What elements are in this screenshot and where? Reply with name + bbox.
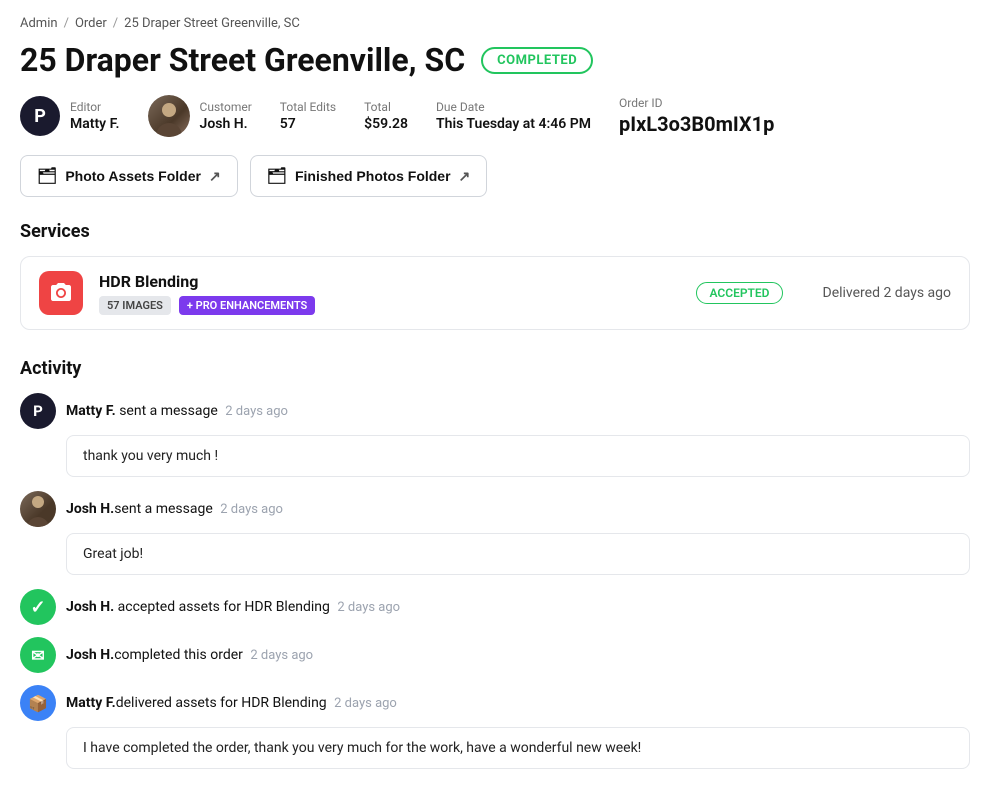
accepted-badge: ACCEPTED: [696, 282, 782, 304]
total-label: Total: [364, 100, 408, 114]
service-card: HDR Blending 57 IMAGES + PRO ENHANCEMENT…: [20, 256, 970, 330]
activity-avatar-check: ✓: [20, 589, 56, 625]
editor-name: Matty F.: [70, 116, 120, 132]
activity-header-2: Josh H.sent a message 2 days ago: [20, 491, 970, 527]
activity-text-4: Josh H.completed this order 2 days ago: [66, 647, 313, 663]
photo-assets-folder-button[interactable]: 🗂 Photo Assets Folder ↗: [20, 155, 238, 197]
customer-info: Customer Josh H.: [200, 100, 252, 132]
camera-icon: [49, 281, 73, 305]
activity-sender-3: Josh H.: [66, 599, 114, 615]
total-edits-value: 57: [280, 116, 336, 132]
breadcrumb-admin[interactable]: Admin: [20, 16, 58, 31]
external-link-icon-2: ↗: [459, 168, 471, 185]
photo-assets-label: Photo Assets Folder: [65, 168, 201, 184]
status-badge: COMPLETED: [481, 47, 593, 74]
order-id-label: Order ID: [619, 96, 774, 110]
activity-item-4: ✉ Josh H.completed this order 2 days ago: [20, 637, 970, 673]
activity-sender-2: Josh H.: [66, 501, 114, 517]
services-title: Services: [20, 221, 970, 242]
customer-name: Josh H.: [200, 116, 252, 132]
service-tags: 57 IMAGES + PRO ENHANCEMENTS: [99, 296, 680, 315]
message-bubble-2: Great job!: [66, 533, 970, 575]
activity-item-2: Josh H.sent a message 2 days ago Great j…: [20, 491, 970, 575]
activity-action-1: sent a message: [116, 403, 218, 419]
activity-sender-4: Josh H.: [66, 647, 114, 663]
activity-avatar-matty: P: [20, 393, 56, 429]
message-bubble-1: thank you very much !: [66, 435, 970, 477]
activity-time-3: 2 days ago: [337, 600, 400, 615]
activity-time-4: 2 days ago: [250, 648, 313, 663]
editor-info: Editor Matty F.: [70, 100, 120, 132]
folder-buttons: 🗂 Photo Assets Folder ↗ 🗂 Finished Photo…: [20, 155, 970, 197]
service-icon-box: [39, 271, 83, 315]
finished-photos-label: Finished Photos Folder: [295, 168, 451, 184]
external-link-icon: ↗: [209, 168, 221, 185]
finished-photos-folder-button[interactable]: 🗂 Finished Photos Folder ↗: [250, 155, 488, 197]
order-id-block: Order ID pIxL3o3B0mIX1p: [619, 96, 774, 136]
tag-pro: + PRO ENHANCEMENTS: [179, 296, 315, 315]
total-block: Total $59.28: [364, 100, 408, 132]
message-bubble-5: I have completed the order, thank you ve…: [66, 727, 970, 769]
activity-avatar-complete: ✉: [20, 637, 56, 673]
customer-label: Customer: [200, 100, 252, 114]
order-id-value: pIxL3o3B0mIX1p: [619, 112, 774, 136]
total-edits-label: Total Edits: [280, 100, 336, 114]
page-header: 25 Draper Street Greenville, SC COMPLETE…: [20, 41, 970, 79]
activity-sender-5: Matty F.: [66, 695, 116, 711]
service-info: HDR Blending 57 IMAGES + PRO ENHANCEMENT…: [99, 272, 680, 315]
activity-sender-1: Matty F.: [66, 403, 116, 419]
editor-label: Editor: [70, 100, 120, 114]
due-date-block: Due Date This Tuesday at 4:46 PM: [436, 100, 591, 132]
due-date-value: This Tuesday at 4:46 PM: [436, 116, 591, 132]
activity-text-1: Matty F. sent a message 2 days ago: [66, 403, 288, 419]
activity-text-3: Josh H. accepted assets for HDR Blending…: [66, 599, 400, 615]
breadcrumb: Admin / Order / 25 Draper Street Greenvi…: [20, 16, 970, 31]
activity-header-5: 📦 Matty F.delivered assets for HDR Blend…: [20, 685, 970, 721]
customer-block: Customer Josh H.: [148, 95, 252, 137]
activity-action-5: delivered assets for HDR Blending: [116, 695, 327, 711]
folder-icon: 🗂: [37, 166, 57, 186]
activity-time-1: 2 days ago: [225, 404, 288, 419]
breadcrumb-current: 25 Draper Street Greenville, SC: [124, 16, 300, 31]
activity-item-5: 📦 Matty F.delivered assets for HDR Blend…: [20, 685, 970, 769]
activity-header-1: P Matty F. sent a message 2 days ago: [20, 393, 970, 429]
total-edits-block: Total Edits 57: [280, 100, 336, 132]
customer-avatar: [148, 95, 190, 137]
service-name: HDR Blending: [99, 272, 680, 291]
delivered-text: Delivered 2 days ago: [823, 285, 951, 301]
editor-block: P Editor Matty F.: [20, 96, 120, 136]
due-date-label: Due Date: [436, 100, 591, 114]
activity-action-4: completed this order: [114, 647, 243, 663]
page-title: 25 Draper Street Greenville, SC: [20, 41, 465, 79]
order-meta: P Editor Matty F. Customer Josh H. Total…: [20, 95, 970, 137]
activity-avatar-josh: [20, 491, 56, 527]
tag-images: 57 IMAGES: [99, 296, 171, 315]
activity-text-2: Josh H.sent a message 2 days ago: [66, 501, 283, 517]
activity-item-1: P Matty F. sent a message 2 days ago tha…: [20, 393, 970, 477]
breadcrumb-order[interactable]: Order: [75, 16, 107, 31]
folder-icon-2: 🗂: [267, 166, 287, 186]
activity-avatar-deliver: 📦: [20, 685, 56, 721]
activity-action-2: sent a message: [114, 501, 213, 517]
activity-section: Activity P Matty F. sent a message 2 day…: [20, 358, 970, 769]
services-section: Services HDR Blending 57 IMAGES + PRO EN…: [20, 221, 970, 330]
editor-avatar: P: [20, 96, 60, 136]
activity-title: Activity: [20, 358, 970, 379]
activity-action-3: accepted assets for HDR Blending: [114, 599, 330, 615]
activity-text-5: Matty F.delivered assets for HDR Blendin…: [66, 695, 397, 711]
activity-item-3: ✓ Josh H. accepted assets for HDR Blendi…: [20, 589, 970, 625]
activity-time-5: 2 days ago: [334, 696, 397, 711]
activity-time-2: 2 days ago: [220, 502, 283, 517]
total-value: $59.28: [364, 116, 408, 132]
